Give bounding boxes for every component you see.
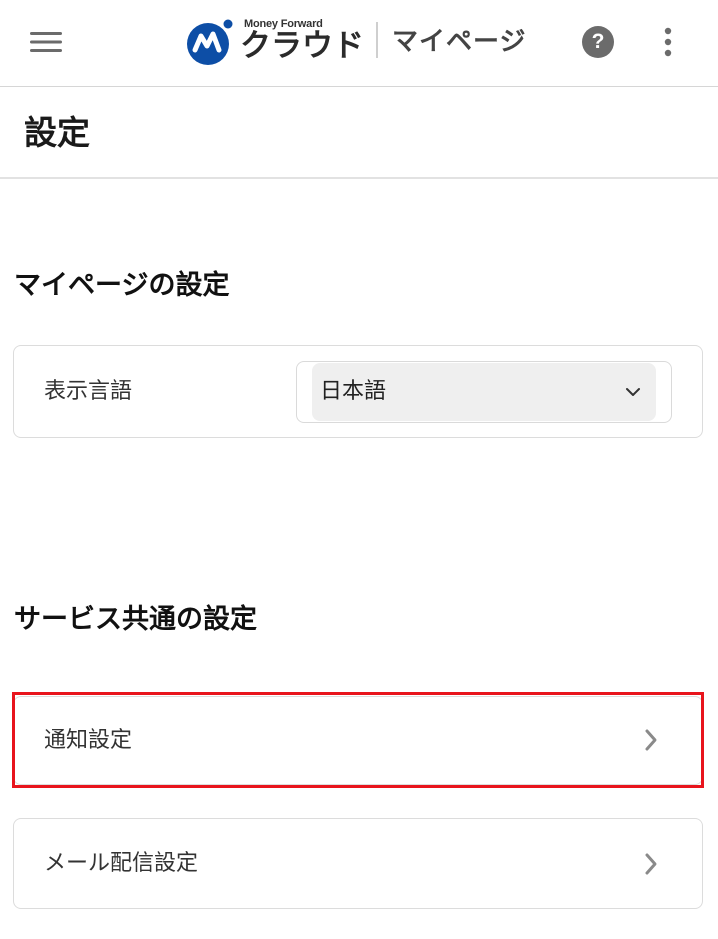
- page-title: 設定: [24, 113, 90, 152]
- title-bar: 設定: [0, 87, 718, 179]
- language-settings-card: 表示言語 日本語: [13, 345, 703, 438]
- common-settings-heading: サービス共通の設定: [14, 604, 257, 635]
- settings-page: Money Forward クラウド マイページ ? 設定 マイページの設定 表…: [0, 0, 718, 939]
- display-language-select-field: 日本語: [312, 363, 656, 421]
- help-button[interactable]: ?: [582, 26, 614, 58]
- hamburger-menu-icon: [30, 32, 62, 52]
- chevron-right-icon: [645, 729, 657, 751]
- notification-settings-row[interactable]: 通知設定: [13, 696, 703, 785]
- logo-cloud-text: クラウド: [240, 28, 364, 64]
- display-language-value: 日本語: [320, 379, 387, 404]
- chevron-right-icon: [645, 853, 657, 875]
- app-header: Money Forward クラウド マイページ ?: [0, 0, 718, 87]
- logo-divider: [376, 22, 378, 58]
- app-logo[interactable]: Money Forward クラウド: [186, 14, 364, 70]
- more-options-button[interactable]: [652, 22, 684, 62]
- menu-button[interactable]: [22, 22, 70, 62]
- chevron-down-icon: [626, 388, 640, 396]
- display-language-label: 表示言語: [44, 379, 133, 404]
- more-vertical-icon: [664, 27, 672, 57]
- help-circle-icon: ?: [591, 30, 605, 53]
- money-forward-logo-icon: [187, 19, 233, 65]
- logo-page-name: マイページ: [392, 27, 527, 57]
- notification-settings-label: 通知設定: [44, 728, 133, 753]
- mail-delivery-settings-row[interactable]: メール配信設定: [13, 818, 703, 909]
- display-language-select[interactable]: 日本語: [296, 361, 672, 423]
- mail-delivery-settings-label: メール配信設定: [44, 851, 199, 876]
- mypage-settings-heading: マイページの設定: [14, 270, 230, 301]
- logo-wordmark: Money Forward クラウド: [240, 14, 364, 70]
